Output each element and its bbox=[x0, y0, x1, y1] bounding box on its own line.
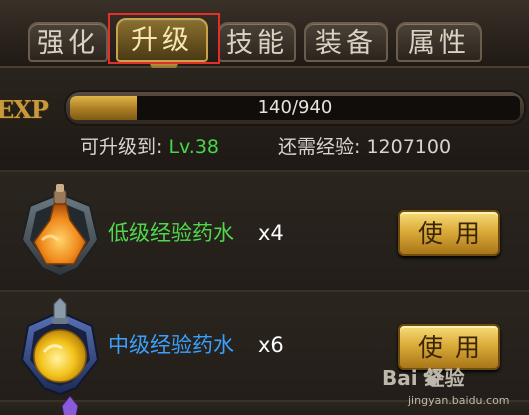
item-name: 中级经验药水 bbox=[108, 333, 234, 357]
list-item: 低级经验药水 x4 使用 bbox=[0, 172, 529, 292]
tab-bar: 强化 升级 技能 装备 属性 bbox=[0, 0, 529, 72]
tab-upgrade[interactable]: 升级 bbox=[116, 18, 208, 62]
exp-value: 140/940 bbox=[257, 97, 333, 118]
tab-enhance[interactable]: 强化 bbox=[28, 22, 108, 62]
item-name: 低级经验药水 bbox=[108, 221, 234, 245]
yellow-potion-icon bbox=[14, 297, 106, 396]
upgrade-to-label: 可升级到: bbox=[80, 136, 169, 158]
upgrade-to-level: 可升级到: Lv.38 bbox=[80, 134, 219, 160]
watermark-url: jingyan.baidu.com bbox=[408, 394, 510, 407]
tab-equipment[interactable]: 装备 bbox=[304, 22, 388, 62]
use-button[interactable]: 使用 bbox=[398, 210, 500, 256]
item-quantity: x4 bbox=[258, 221, 284, 245]
tab-attributes[interactable]: 属性 bbox=[396, 22, 482, 62]
target-level: Lv.38 bbox=[168, 136, 220, 158]
tab-skills[interactable]: 技能 bbox=[218, 22, 296, 62]
purple-potion-icon bbox=[61, 396, 79, 415]
orange-potion-icon bbox=[14, 180, 106, 278]
exp-needed: 还需经验: 1207100 bbox=[278, 136, 452, 158]
watermark: Bai 经验 jingyan.baidu.com bbox=[382, 366, 522, 412]
exp-label: EXP bbox=[0, 95, 49, 124]
upgrade-screen: 强化 升级 技能 装备 属性 140/940 EXP 可升级到: Lv.38 还… bbox=[0, 0, 529, 415]
use-button[interactable]: 使用 bbox=[398, 324, 500, 370]
item-quantity: x6 bbox=[258, 333, 284, 357]
paw-icon bbox=[423, 369, 442, 386]
